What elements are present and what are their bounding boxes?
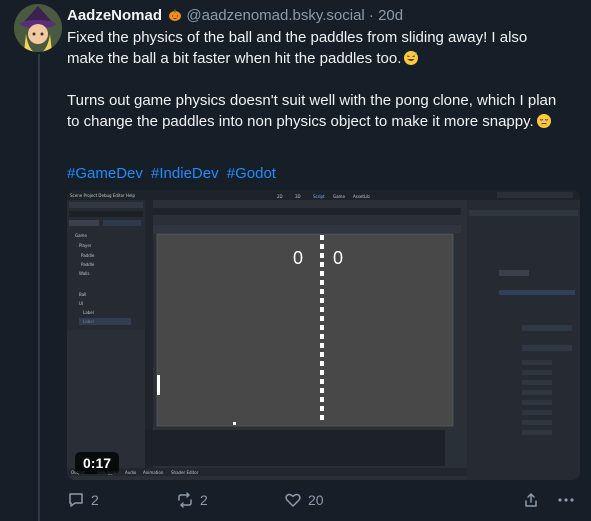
hashtag-indiedev[interactable]: #IndieDev (151, 165, 219, 182)
svg-text:Paddle: Paddle (81, 262, 95, 267)
reply-count: 2 (91, 492, 99, 508)
video-duration: 0:17 (75, 452, 120, 474)
hashtags: #GameDev #IndieDev #Godot (67, 165, 280, 182)
post-header: AadzeNomad @aadzenomad.bsky.social · 20d (67, 7, 403, 24)
post-actions: 2 2 20 (67, 491, 577, 511)
svg-text:AssetLib: AssetLib (353, 194, 370, 199)
godot-editor-screenshot: Scene Project Debug Editor Help 2D 3D Sc… (67, 190, 580, 480)
reply-icon (69, 493, 83, 507)
pumpkin-emoji-icon (169, 9, 182, 21)
svg-text:2D: 2D (277, 194, 283, 199)
heart-icon (285, 493, 301, 507)
post-age[interactable]: 20d (378, 7, 403, 24)
post-paragraph-2: Turns out game physics doesn't suit well… (67, 92, 557, 130)
svg-text:Shader Editor: Shader Editor (171, 470, 199, 475)
like-button[interactable]: 20 (284, 491, 324, 509)
avatar[interactable] (14, 4, 62, 52)
more-options-button[interactable] (557, 491, 575, 509)
svg-text:Animation: Animation (143, 470, 164, 475)
center-net (320, 235, 324, 420)
reply-button[interactable]: 2 (67, 491, 99, 509)
svg-text:3D: 3D (295, 194, 301, 199)
ball (233, 422, 236, 425)
more-dots-icon (558, 498, 574, 502)
video-player[interactable]: Scene Project Debug Editor Help 2D 3D Sc… (67, 190, 580, 480)
share-icon (525, 493, 537, 507)
svg-text:Walls: Walls (79, 271, 89, 276)
svg-text:Paddle: Paddle (81, 253, 95, 258)
svg-text:Ball: Ball (79, 292, 86, 297)
svg-text:Player: Player (79, 243, 92, 248)
svg-text:UI: UI (79, 301, 83, 306)
hashtag-gamedev[interactable]: #GameDev (67, 165, 143, 182)
repost-icon (178, 492, 192, 508)
separator: · (368, 7, 374, 24)
game-viewport (156, 233, 454, 427)
pensive-emoji-icon (536, 114, 551, 128)
score-right: 0 (333, 248, 343, 268)
post-text: Fixed the physics of the ball and the pa… (67, 27, 567, 132)
repost-count: 2 (200, 492, 208, 508)
user-handle[interactable]: @aadzenomad.bsky.social (186, 7, 364, 24)
thread-line (38, 54, 40, 521)
share-button[interactable] (522, 491, 540, 509)
menu-bar-text: Scene Project Debug Editor Help (70, 193, 136, 198)
svg-text:Audio: Audio (125, 470, 137, 475)
hashtag-godot[interactable]: #Godot (227, 165, 276, 182)
display-name[interactable]: AadzeNomad (67, 7, 162, 24)
svg-text:Label: Label (83, 310, 94, 315)
svg-text:Game: Game (75, 233, 87, 238)
left-paddle (157, 375, 160, 395)
post-paragraph-1: Fixed the physics of the ball and the pa… (67, 29, 528, 67)
avatar-image (14, 4, 62, 52)
svg-text:Script: Script (313, 194, 325, 199)
score-left: 0 (293, 248, 303, 268)
like-count: 20 (308, 492, 324, 508)
sweat-smile-emoji-icon (404, 51, 419, 65)
repost-button[interactable]: 2 (176, 491, 208, 509)
svg-text:Game: Game (333, 194, 345, 199)
